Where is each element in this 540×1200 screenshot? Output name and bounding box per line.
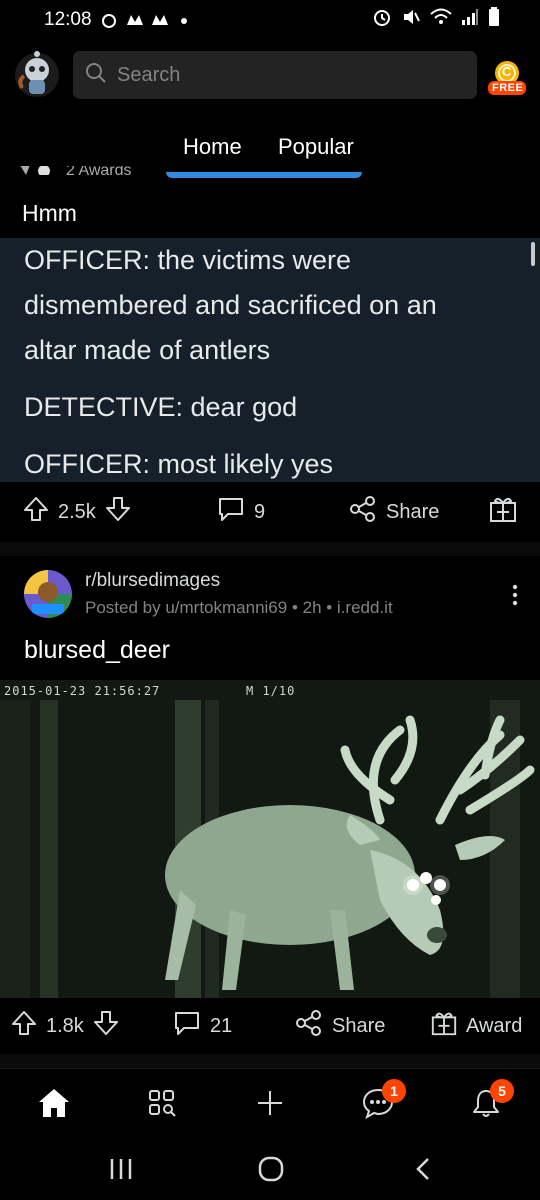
nav-home-button[interactable] xyxy=(34,1085,74,1125)
tab-popular[interactable]: Popular xyxy=(278,134,354,160)
tweet-line: DETECTIVE: dear god xyxy=(24,392,298,422)
coin-free-button[interactable]: C FREE xyxy=(486,58,528,100)
battery-icon xyxy=(488,7,500,33)
vote-group: 2.5k xyxy=(22,495,132,529)
tweet-gap xyxy=(24,373,516,385)
tweet-line: OFFICER: the victims were xyxy=(24,245,352,275)
post-meta: Posted by u/mrtokmanni69 • 2h • i.redd.i… xyxy=(85,598,393,617)
comment-icon xyxy=(172,1008,202,1044)
coin-letter: C xyxy=(502,64,512,79)
system-navigation xyxy=(0,1140,540,1200)
app-icon xyxy=(151,13,168,27)
tab-home[interactable]: Home xyxy=(183,134,242,160)
notifications-badge: 5 xyxy=(490,1079,514,1103)
camera-timestamp: 2015-01-23 21:56:27 xyxy=(4,684,161,698)
comments-button[interactable]: 9 xyxy=(216,494,265,530)
post-image[interactable]: 2015-01-23 21:56:27 M 1/10 xyxy=(0,680,540,998)
status-bar: 12:08 xyxy=(0,0,540,40)
subreddit-avatar[interactable] xyxy=(24,570,72,618)
post-title[interactable]: Hmm xyxy=(22,200,77,227)
awards-peek: 2 Awards xyxy=(20,166,132,180)
award-button[interactable] xyxy=(488,494,518,530)
post-title[interactable]: blursed_deer xyxy=(24,636,170,665)
share-label: Share xyxy=(386,500,440,523)
discover-icon xyxy=(147,1088,177,1123)
post-actions: 2.5k 9 Share xyxy=(0,482,540,542)
more-options-icon[interactable] xyxy=(508,580,522,610)
home-circle-icon xyxy=(257,1155,285,1188)
back-button[interactable] xyxy=(408,1156,438,1186)
upvote-icon[interactable] xyxy=(10,1009,38,1043)
user-avatar[interactable] xyxy=(14,50,60,100)
post-actions: 1.8k 21 Share Award xyxy=(0,996,540,1056)
home-icon xyxy=(37,1087,71,1124)
gift-icon xyxy=(488,494,518,530)
scrollbar[interactable] xyxy=(531,242,535,266)
nav-discover-button[interactable] xyxy=(142,1085,182,1125)
vote-count: 1.8k xyxy=(46,1014,84,1037)
post-header: r/blursedimages Posted by u/mrtokmanni69… xyxy=(0,560,540,630)
upvote-icon[interactable] xyxy=(22,495,50,529)
notification-icon xyxy=(101,13,117,28)
post-divider xyxy=(0,1054,540,1068)
share-button[interactable]: Share xyxy=(294,1008,385,1044)
tweet-line: altar made of antlers xyxy=(24,335,271,365)
tweet-line: dismembered and sacrificed on an xyxy=(24,290,437,320)
camera-frame: M 1/10 xyxy=(246,684,296,698)
subreddit-name[interactable]: r/blursedimages xyxy=(85,570,220,592)
dot-icon xyxy=(176,13,192,27)
top-bar: Search C FREE xyxy=(0,40,540,110)
comments-button[interactable]: 21 xyxy=(172,1008,232,1044)
comment-count: 9 xyxy=(254,500,266,523)
post-divider xyxy=(0,542,540,556)
vote-count: 2.5k xyxy=(58,500,96,523)
recent-apps-icon xyxy=(108,1157,134,1186)
comment-count: 21 xyxy=(210,1014,233,1037)
chat-badge: 1 xyxy=(382,1079,406,1103)
search-input[interactable]: Search xyxy=(73,51,477,99)
nav-notifications-button[interactable]: 5 xyxy=(466,1079,514,1125)
share-label: Share xyxy=(332,1014,386,1037)
awards-count: 2 Awards xyxy=(66,166,132,179)
share-icon xyxy=(294,1008,324,1044)
status-right xyxy=(372,7,500,33)
award-label: Award xyxy=(466,1014,523,1037)
award-icon xyxy=(20,166,60,180)
nav-chat-button[interactable]: 1 xyxy=(358,1079,406,1125)
back-icon xyxy=(413,1156,433,1187)
nav-create-button[interactable] xyxy=(250,1085,290,1125)
home-system-button[interactable] xyxy=(256,1156,286,1186)
recent-apps-button[interactable] xyxy=(106,1156,136,1186)
bottom-navigation: 1 5 xyxy=(0,1068,540,1140)
post-image-text[interactable]: OFFICER: the victims were dismembered an… xyxy=(0,238,540,482)
share-icon xyxy=(348,494,378,530)
gift-icon xyxy=(430,1009,458,1043)
award-button[interactable]: Award xyxy=(430,1009,522,1043)
mute-icon xyxy=(401,7,421,33)
active-tab-indicator xyxy=(166,172,362,178)
alarm-icon xyxy=(372,7,392,33)
downvote-icon[interactable] xyxy=(104,495,132,529)
status-left: 12:08 xyxy=(44,9,192,31)
signal-icon xyxy=(461,8,479,32)
status-time: 12:08 xyxy=(44,9,92,30)
downvote-icon[interactable] xyxy=(92,1009,120,1043)
tweet-line: OFFICER: most likely yes xyxy=(24,449,334,479)
comment-icon xyxy=(216,494,246,530)
search-placeholder: Search xyxy=(117,63,181,86)
coin-free-label: FREE xyxy=(492,82,524,94)
tweet-gap xyxy=(24,430,516,442)
vote-group: 1.8k xyxy=(10,1009,120,1043)
wifi-icon xyxy=(430,8,452,32)
search-icon xyxy=(85,62,107,89)
create-icon xyxy=(255,1088,285,1123)
deer-nightvision-image xyxy=(0,680,540,998)
share-button[interactable]: Share xyxy=(348,494,439,530)
app-icon xyxy=(126,13,143,27)
